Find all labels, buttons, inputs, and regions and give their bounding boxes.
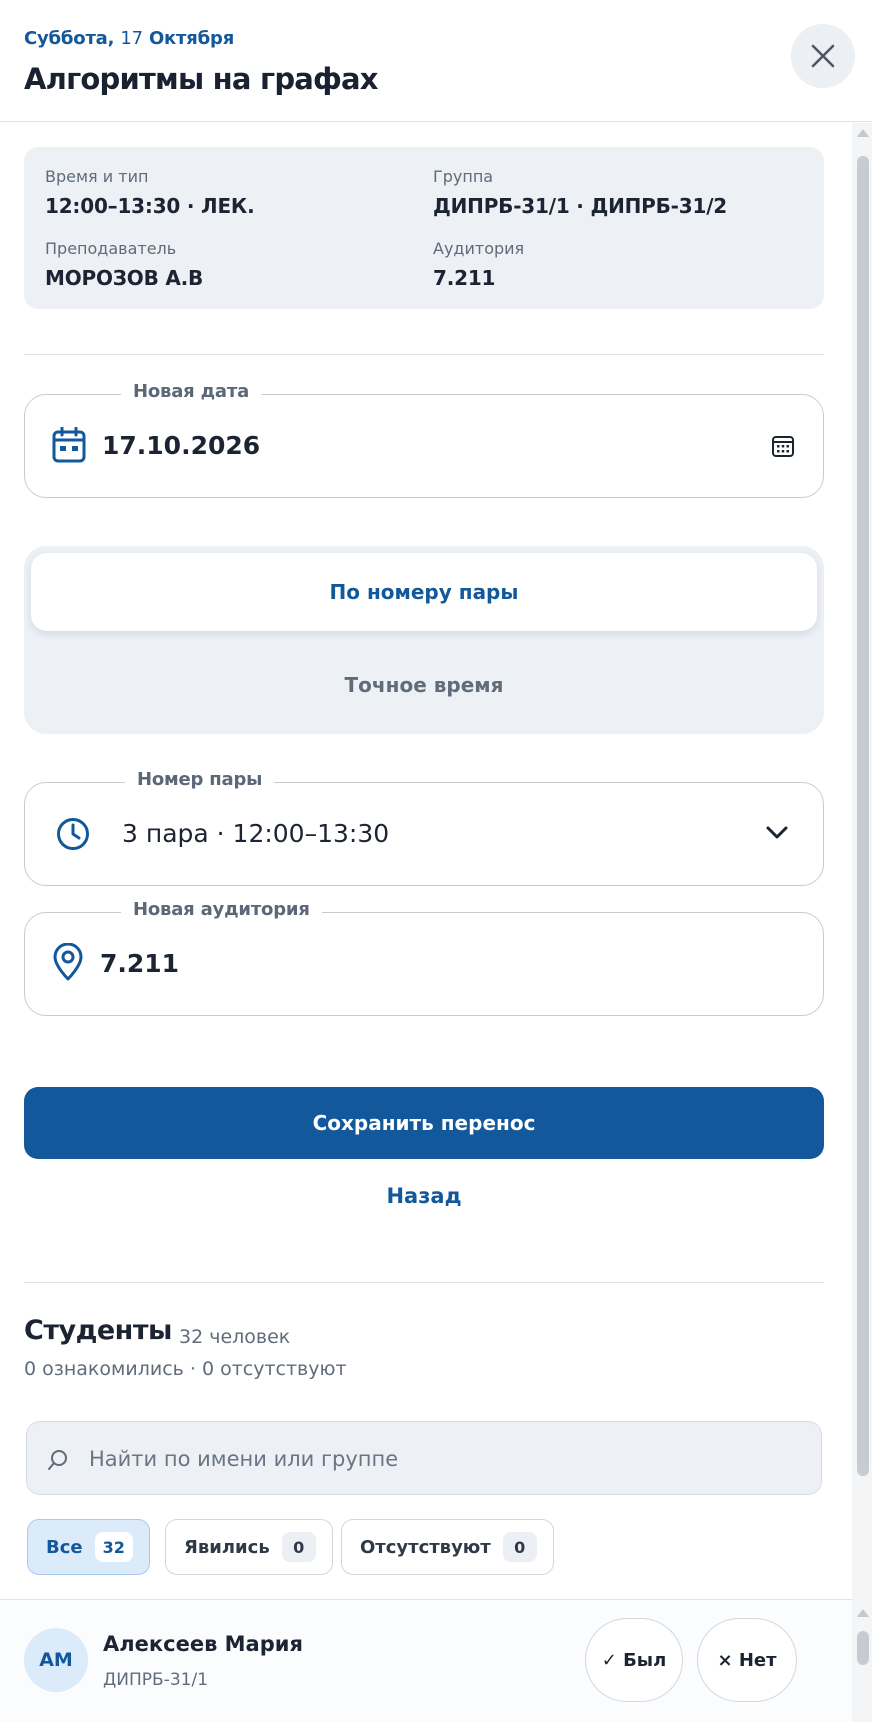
mode-exact-time[interactable]: Точное время xyxy=(31,646,817,724)
lesson-date: Суббота, 17 Октября xyxy=(24,28,234,49)
calendar-icon xyxy=(52,427,86,463)
new-date-value: 17.10.2026 xyxy=(102,431,261,460)
filter-present[interactable]: Явились 0 xyxy=(165,1519,333,1575)
info-teacher-label: Преподаватель xyxy=(45,239,177,258)
student-search xyxy=(26,1421,822,1495)
mark-absent-button[interactable]: × Нет xyxy=(697,1618,797,1702)
pair-number-select[interactable]: Номер пары 3 пара · 12:00–13:30 xyxy=(24,769,824,886)
new-date-label: Новая дата xyxy=(121,381,262,402)
time-mode-toggle: По номеру пары Точное время xyxy=(24,546,824,734)
info-group-value: ДИПРБ-31/1 · ДИПРБ-31/2 xyxy=(433,194,728,218)
info-room-value: 7.211 xyxy=(433,266,496,290)
info-room: Аудитория 7.211 xyxy=(433,239,524,290)
chevron-down-icon xyxy=(766,826,788,839)
date-weekday: Суббота, xyxy=(24,28,115,49)
new-room-value: 7.211 xyxy=(100,949,180,978)
page-title: Алгоритмы на графах xyxy=(24,62,379,96)
mark-present-button[interactable]: ✓ Был xyxy=(585,1618,683,1702)
pair-number-label: Номер пары xyxy=(125,769,275,790)
info-time: Время и тип 12:00–13:30 · ЛЕК. xyxy=(45,167,255,218)
filter-absent-label: Отсутствуют xyxy=(360,1536,491,1558)
date-month: Октября xyxy=(148,28,235,49)
new-room-label: Новая аудитория xyxy=(121,899,322,920)
date-day: 17 xyxy=(120,28,143,49)
filter-present-count: 0 xyxy=(281,1532,316,1562)
date-picker-icon[interactable] xyxy=(771,434,795,458)
info-teacher-value: МОРОЗОВ А.В xyxy=(45,266,204,290)
students-stats: 0 ознакомились · 0 отсутствуют xyxy=(24,1358,347,1380)
info-group: Группа ДИПРБ-31/1 · ДИПРБ-31/2 xyxy=(433,167,727,218)
student-row: АМ Алексеев Мария ДИПРБ-31/1 ✓ Был × Нет xyxy=(0,1599,852,1722)
new-date-field[interactable]: Новая дата 17.10.2026 xyxy=(24,381,824,498)
content-scrollbar[interactable] xyxy=(852,123,872,1599)
divider xyxy=(24,1282,824,1283)
avatar: АМ xyxy=(24,1628,88,1692)
dialog-content: Время и тип 12:00–13:30 · ЛЕК. Группа ДИ… xyxy=(0,123,872,1599)
info-room-label: Аудитория xyxy=(433,239,525,258)
mode-by-pair-number[interactable]: По номеру пары xyxy=(31,553,817,631)
info-time-label: Время и тип xyxy=(45,167,149,186)
lesson-info-card: Время и тип 12:00–13:30 · ЛЕК. Группа ДИ… xyxy=(24,147,824,309)
new-room-field[interactable]: Новая аудитория 7.211 xyxy=(24,899,824,1016)
location-pin-icon xyxy=(53,943,83,981)
info-group-label: Группа xyxy=(433,167,494,186)
students-count: 32 человек xyxy=(179,1326,291,1348)
info-teacher: Преподаватель МОРОЗОВ А.В xyxy=(45,239,203,290)
filter-all[interactable]: Все 32 xyxy=(27,1519,150,1575)
list-scrollbar[interactable] xyxy=(852,1599,872,1722)
scroll-up-arrow-icon[interactable] xyxy=(857,129,869,137)
scrollbar-thumb[interactable] xyxy=(857,1631,869,1665)
dialog-header: Суббота, 17 Октября Алгоритмы на графах xyxy=(0,0,872,122)
students-heading: Студенты xyxy=(24,1315,172,1346)
pair-number-value: 3 пара · 12:00–13:30 xyxy=(122,819,390,848)
filter-absent[interactable]: Отсутствуют 0 xyxy=(341,1519,554,1575)
scrollbar-thumb[interactable] xyxy=(857,156,869,1476)
search-input[interactable] xyxy=(89,1440,789,1478)
divider xyxy=(24,354,824,355)
close-button[interactable] xyxy=(791,24,855,88)
student-group: ДИПРБ-31/1 xyxy=(103,1670,209,1690)
save-reschedule-button[interactable]: Сохранить перенос xyxy=(24,1087,824,1159)
filter-all-count: 32 xyxy=(94,1532,133,1562)
search-icon xyxy=(48,1450,67,1470)
filter-absent-count: 0 xyxy=(502,1532,537,1562)
back-button[interactable]: Назад xyxy=(24,1176,824,1216)
info-time-value: 12:00–13:30 · ЛЕК. xyxy=(45,194,255,218)
filter-all-label: Все xyxy=(46,1536,83,1558)
scroll-up-arrow-icon[interactable] xyxy=(857,1609,869,1617)
clock-icon xyxy=(57,818,89,850)
filter-present-label: Явились xyxy=(184,1536,270,1558)
student-name: Алексеев Мария xyxy=(103,1632,303,1656)
close-icon xyxy=(811,44,835,68)
